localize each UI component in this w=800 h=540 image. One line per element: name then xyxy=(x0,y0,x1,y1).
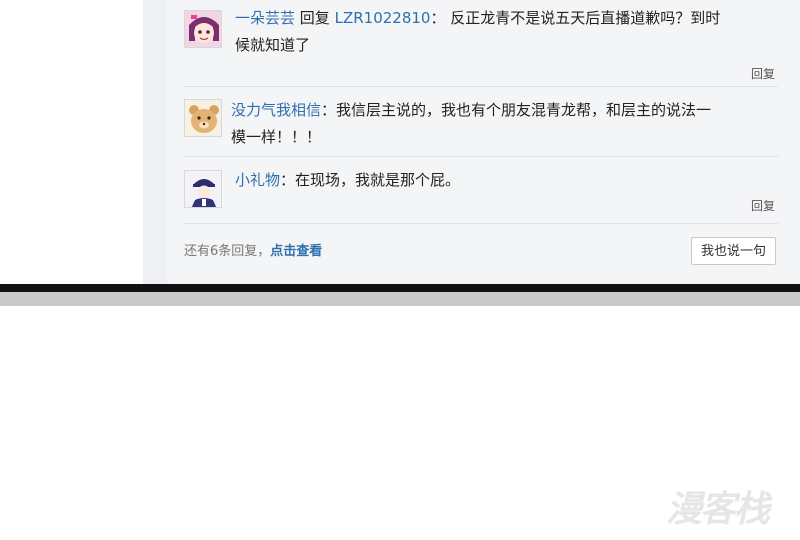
comment-text-line1: 我信层主说的，我也有个朋友混青龙帮，和层主的说法一 xyxy=(336,101,712,119)
colon: ： xyxy=(280,171,296,189)
view-more-link[interactable]: 点击查看 xyxy=(270,244,322,259)
left-column xyxy=(0,0,143,284)
reply-target-username[interactable]: LZR1022810 xyxy=(335,9,431,27)
comment-username[interactable]: 没力气我相信 xyxy=(231,101,321,119)
reply-button[interactable]: 回复 xyxy=(751,197,775,214)
divider xyxy=(184,156,778,157)
bear-avatar-icon xyxy=(185,100,221,136)
comment-body: 一朵芸芸 回复 LZR1022810： 反正龙青不是说五天后直播道歉吗？到时 候… xyxy=(235,5,775,59)
character-avatar-icon xyxy=(185,171,221,207)
avatar-meiliqiwoxiangxin[interactable] xyxy=(184,99,222,137)
colon: ： xyxy=(321,101,337,119)
anime-girl-avatar-icon xyxy=(185,11,221,47)
avatar-yiduoyunyun[interactable] xyxy=(184,10,222,48)
comment-body: 没力气我相信：我信层主说的，我也有个朋友混青龙帮，和层主的说法一 模一样！！！ xyxy=(231,97,776,151)
reply-button[interactable]: 回复 xyxy=(751,65,775,82)
screen-bezel xyxy=(0,284,800,292)
watermark-logo: 漫客栈 xyxy=(666,489,770,530)
post-reply-button[interactable]: 我也说一句 xyxy=(691,237,776,265)
more-replies-prefix: 还有6条回复， xyxy=(184,244,271,259)
divider xyxy=(184,223,778,224)
device-frame xyxy=(0,292,800,306)
avatar-xiaoliwu[interactable] xyxy=(184,170,222,208)
comment-text-line2: 模一样！！！ xyxy=(231,128,322,146)
colon: ： xyxy=(430,9,446,27)
divider xyxy=(184,86,778,87)
comment-text-line1: 反正龙青不是说五天后直播道歉吗？到时 xyxy=(450,9,721,27)
comment-text-line1: 在现场，我就是那个屁。 xyxy=(295,171,461,189)
more-replies-text: 还有6条回复，点击查看 xyxy=(184,240,322,259)
comment-body: 小礼物：在现场，我就是那个屁。 xyxy=(235,167,775,194)
reply-word: 回复 xyxy=(299,9,330,27)
comment-text-line2: 候就知道了 xyxy=(235,36,311,54)
comment-username[interactable]: 一朵芸芸 xyxy=(235,9,295,27)
comment-username[interactable]: 小礼物 xyxy=(235,171,280,189)
